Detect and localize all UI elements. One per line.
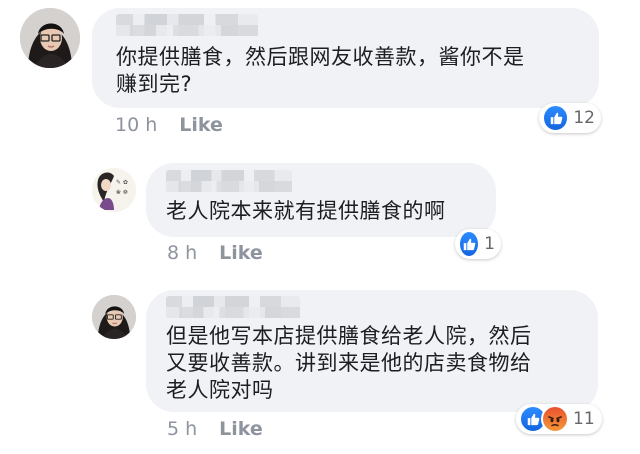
comment-text: 但是他写本店提供膳食给老人院，然后 又要收善款。讲到来是他的店卖食物给 老人院对…	[166, 324, 532, 402]
reaction-summary[interactable]: 1	[455, 229, 501, 259]
commenter-name-redacted[interactable]	[166, 170, 292, 192]
comment-meta: 8 h Like	[167, 242, 263, 264]
commenter-avatar[interactable]	[92, 295, 136, 339]
comment-timestamp[interactable]: 10 h	[115, 114, 157, 136]
like-button[interactable]: Like	[219, 242, 263, 264]
thumbs-up-icon	[542, 104, 570, 132]
commenter-avatar[interactable]	[20, 8, 80, 68]
comment-timestamp[interactable]: 5 h	[167, 418, 197, 440]
comment-meta: 5 h Like	[167, 418, 263, 440]
comment-timestamp[interactable]: 8 h	[167, 242, 197, 264]
reaction-summary[interactable]: 11	[516, 404, 602, 434]
angry-face-icon	[541, 405, 569, 433]
comment-text: 你提供膳食，然后跟网友收善款，酱你不是 赚到完?	[116, 45, 525, 96]
like-button[interactable]: Like	[179, 114, 223, 136]
reaction-summary[interactable]: 12	[539, 103, 601, 133]
reaction-count: 1	[484, 234, 495, 254]
commenter-avatar[interactable]: ✎ ✿ ❀ ❁	[92, 168, 136, 212]
comment-text: 老人院本来就有提供膳食的啊	[166, 199, 446, 223]
thumbs-up-icon	[458, 230, 481, 258]
comment-meta: 10 h Like	[115, 114, 223, 136]
like-button[interactable]: Like	[219, 418, 263, 440]
reaction-count: 12	[573, 108, 595, 128]
reaction-count: 11	[573, 409, 595, 429]
commenter-name-redacted[interactable]	[166, 296, 300, 318]
svg-text:❀ ❁: ❀ ❁	[116, 189, 128, 196]
svg-text:✎ ✿: ✎ ✿	[116, 179, 128, 186]
commenter-name-redacted[interactable]	[116, 14, 258, 36]
